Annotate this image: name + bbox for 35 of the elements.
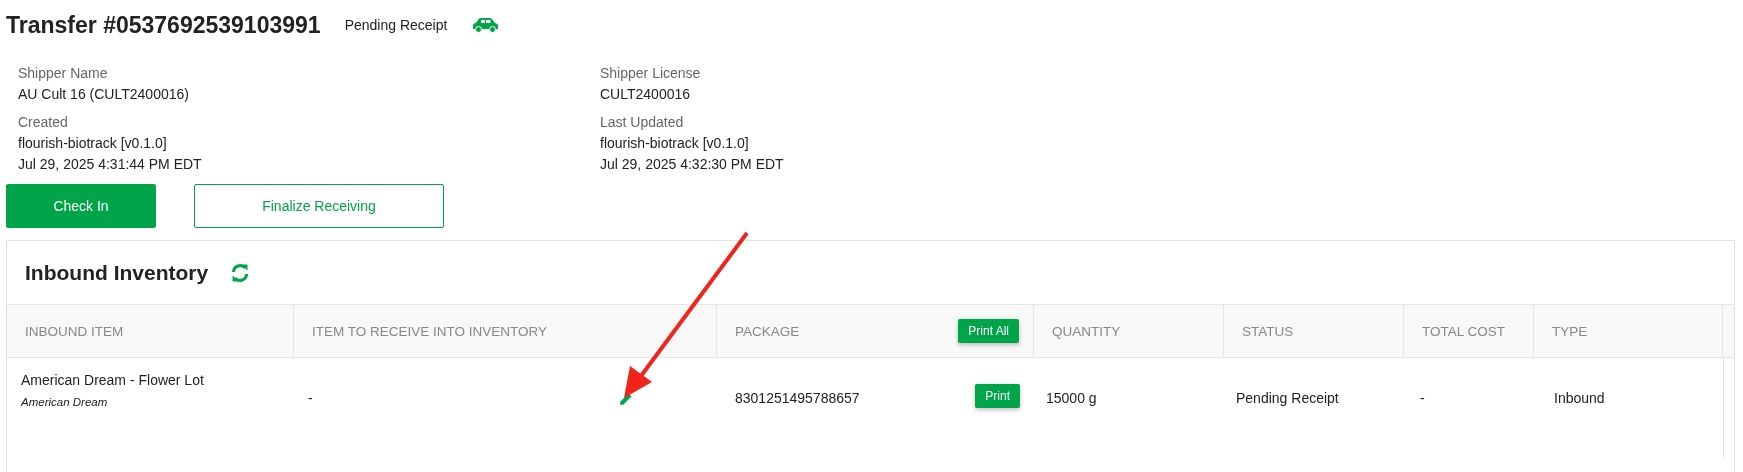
detail-label: Shipper Name: [18, 65, 109, 81]
table-cell-text: Pending Receipt: [1236, 389, 1339, 406]
detail-value: flourish-biotrack [v0.1.0]: [600, 135, 750, 151]
transfer-status: Pending Receipt: [344, 17, 448, 33]
detail-label: Created: [18, 114, 69, 130]
table-cell-text: 15000 g: [1046, 389, 1097, 406]
column-label: STATUS: [1242, 323, 1294, 339]
check-in-button[interactable]: Check In: [6, 184, 156, 228]
detail-value: Jul 29, 2025 4:31:44 PM EDT: [18, 156, 203, 172]
refresh-icon[interactable]: [230, 262, 251, 283]
detail-label: Last Updated: [600, 114, 685, 130]
print-all-button[interactable]: Print All: [958, 319, 1019, 343]
table-cell-text: Inbound: [1554, 389, 1605, 406]
print-button[interactable]: Print: [975, 384, 1020, 408]
detail-value: AU Cult 16 (CULT2400016): [18, 86, 190, 102]
column-label: TYPE: [1552, 323, 1588, 339]
detail-label: Shipper License: [600, 65, 702, 81]
pencil-icon[interactable]: [619, 392, 633, 406]
strain-name: American Dream: [21, 396, 109, 408]
table-cell-text: -: [1420, 389, 1425, 406]
table-cell-text: -: [308, 389, 313, 406]
finalize-button[interactable]: Finalize Receiving: [194, 184, 444, 228]
column-label: TOTAL COST: [1422, 323, 1505, 339]
transfer-title: Transfer #0537692539103991: [6, 11, 321, 39]
column-label: ITEM TO RECEIVE INTO INVENTORY: [312, 323, 548, 339]
column-label: PACKAGE: [735, 323, 800, 339]
package-id: 8301251495788657: [735, 389, 860, 406]
column-label: QUANTITY: [1052, 323, 1121, 339]
panel-title: Inbound Inventory: [25, 260, 209, 285]
detail-value: Jul 29, 2025 4:32:30 PM EDT: [600, 156, 785, 172]
car-icon: [471, 17, 500, 33]
item-name: American Dream - Flower Lot: [21, 371, 204, 388]
detail-value: CULT2400016: [600, 86, 692, 102]
column-label: INBOUND ITEM: [25, 323, 124, 339]
detail-value: flourish-biotrack [v0.1.0]: [18, 135, 168, 151]
